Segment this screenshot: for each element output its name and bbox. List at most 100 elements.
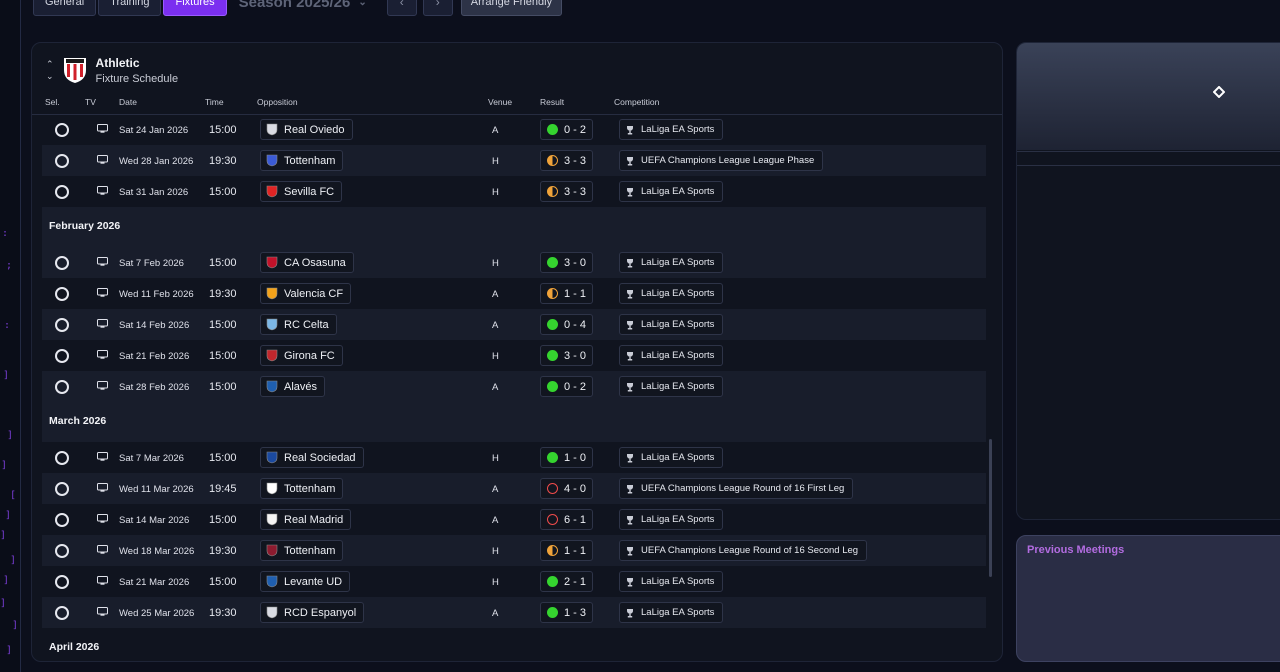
select-radio[interactable] xyxy=(55,380,69,394)
competition-chip[interactable]: LaLiga EA Sports xyxy=(619,447,724,468)
table-row[interactable]: Sat 14 Mar 2026 15:00 Real Madrid A 6 - … xyxy=(42,504,986,535)
competition-chip[interactable]: LaLiga EA Sports xyxy=(619,345,724,366)
opposition-chip[interactable]: Tottenham xyxy=(260,540,344,561)
result-chip[interactable]: 3 - 3 xyxy=(540,181,594,202)
col-opposition[interactable]: Opposition xyxy=(257,97,298,107)
col-time[interactable]: Time xyxy=(205,97,224,107)
fixture-date: Sat 7 Feb 2026 xyxy=(119,258,184,269)
table-row[interactable]: Wed 11 Feb 2026 19:30 Valencia CF A 1 - … xyxy=(42,278,986,309)
collapse-toggle[interactable]: ⌃ ⌄ xyxy=(46,58,54,82)
previous-meetings-title: Previous Meetings xyxy=(1027,544,1125,556)
competition-name: LaLiga EA Sports xyxy=(641,452,715,463)
result-chip[interactable]: 2 - 1 xyxy=(540,571,594,592)
select-radio[interactable] xyxy=(55,256,69,270)
club-badge-icon xyxy=(266,256,278,269)
result-chip[interactable]: 0 - 2 xyxy=(540,376,594,397)
col-competition[interactable]: Competition xyxy=(614,97,659,107)
select-radio[interactable] xyxy=(55,349,69,363)
select-radio[interactable] xyxy=(55,544,69,558)
table-row[interactable]: Wed 25 Mar 2026 19:30 RCD Espanyol A 1 -… xyxy=(42,597,986,628)
col-date[interactable]: Date xyxy=(119,97,137,107)
competition-chip[interactable]: LaLiga EA Sports xyxy=(619,252,724,273)
season-selector[interactable]: Season 2025/26 ⌄ xyxy=(239,0,367,11)
chevron-left-icon: ‹ xyxy=(399,0,404,9)
opposition-chip[interactable]: CA Osasuna xyxy=(260,252,354,273)
competition-chip[interactable]: LaLiga EA Sports xyxy=(619,509,724,530)
result-chip[interactable]: 1 - 1 xyxy=(540,283,594,304)
fixture-time: 19:30 xyxy=(209,607,237,619)
opposition-chip[interactable]: Levante UD xyxy=(260,571,351,592)
col-result[interactable]: Result xyxy=(540,97,564,107)
result-chip[interactable]: 6 - 1 xyxy=(540,509,594,530)
opposition-chip[interactable]: Real Sociedad xyxy=(260,447,364,468)
col-tv[interactable]: TV xyxy=(85,97,96,107)
table-row[interactable]: Sat 14 Feb 2026 15:00 RC Celta A 0 - 4 L… xyxy=(42,309,986,340)
table-row[interactable]: Wed 18 Mar 2026 19:30 Tottenham H 1 - 1 … xyxy=(42,535,986,566)
opposition-chip[interactable]: RC Celta xyxy=(260,314,337,335)
result-win-icon xyxy=(547,319,558,330)
table-row[interactable]: Sat 24 Jan 2026 15:00 Real Oviedo A 0 - … xyxy=(42,114,986,145)
table-row[interactable]: Wed 11 Mar 2026 19:45 Tottenham A 4 - 0 … xyxy=(42,473,986,504)
select-radio[interactable] xyxy=(55,318,69,332)
competition-chip[interactable]: UEFA Champions League League Phase xyxy=(619,150,824,171)
result-chip[interactable]: 4 - 0 xyxy=(540,478,594,499)
competition-chip[interactable]: LaLiga EA Sports xyxy=(619,602,724,623)
opposition-chip[interactable]: Alavés xyxy=(260,376,326,397)
opposition-chip[interactable]: Girona FC xyxy=(260,345,343,366)
table-row[interactable]: Wed 28 Jan 2026 19:30 Tottenham H 3 - 3 … xyxy=(42,145,986,176)
opposition-chip[interactable]: Real Oviedo xyxy=(260,119,353,140)
result-chip[interactable]: 1 - 1 xyxy=(540,540,594,561)
opposition-chip[interactable]: Sevilla FC xyxy=(260,181,343,202)
table-row[interactable]: Sat 21 Mar 2026 15:00 Levante UD H 2 - 1… xyxy=(42,566,986,597)
tab-fixtures[interactable]: Fixtures xyxy=(163,0,227,16)
club-badge-icon xyxy=(266,123,278,136)
tab-training[interactable]: Training xyxy=(98,0,162,16)
competition-chip[interactable]: UEFA Champions League Round of 16 Second… xyxy=(619,540,868,561)
table-row[interactable]: Sat 31 Jan 2026 15:00 Sevilla FC H 3 - 3… xyxy=(42,176,986,207)
result-chip[interactable]: 3 - 3 xyxy=(540,150,594,171)
col-sel[interactable]: Sel. xyxy=(45,97,60,107)
previous-button[interactable]: ‹ xyxy=(386,0,417,16)
select-radio[interactable] xyxy=(55,185,69,199)
fixture-time: 15:00 xyxy=(209,186,237,198)
select-radio[interactable] xyxy=(55,154,69,168)
competition-chip[interactable]: LaLiga EA Sports xyxy=(619,181,724,202)
competition-name: UEFA Champions League Round of 16 First … xyxy=(641,483,845,494)
select-radio[interactable] xyxy=(55,451,69,465)
select-radio[interactable] xyxy=(55,606,69,620)
opposition-chip[interactable]: Tottenham xyxy=(260,150,344,171)
col-venue[interactable]: Venue xyxy=(488,97,512,107)
table-row[interactable]: Sat 28 Feb 2026 15:00 Alavés A 0 - 2 LaL… xyxy=(42,371,986,402)
competition-name: LaLiga EA Sports xyxy=(641,319,715,330)
fixture-date: Wed 28 Jan 2026 xyxy=(119,156,194,167)
table-row[interactable]: Sat 21 Feb 2026 15:00 Girona FC H 3 - 0 … xyxy=(42,340,986,371)
table-row[interactable]: Sat 7 Mar 2026 15:00 Real Sociedad H 1 -… xyxy=(42,442,986,473)
select-radio[interactable] xyxy=(55,575,69,589)
select-radio[interactable] xyxy=(55,123,69,137)
competition-chip[interactable]: LaLiga EA Sports xyxy=(619,571,724,592)
competition-chip[interactable]: LaLiga EA Sports xyxy=(619,376,724,397)
table-row[interactable]: Sat 7 Feb 2026 15:00 CA Osasuna H 3 - 0 … xyxy=(42,247,986,278)
next-button[interactable]: › xyxy=(422,0,453,16)
tab-general[interactable]: General xyxy=(33,0,97,16)
opposition-chip[interactable]: Valencia CF xyxy=(260,283,352,304)
competition-chip[interactable]: LaLiga EA Sports xyxy=(619,119,724,140)
scrollbar[interactable] xyxy=(989,439,992,577)
arrange-friendly-button[interactable]: Arrange Friendly xyxy=(460,0,563,16)
opposition-chip[interactable]: RCD Espanyol xyxy=(260,602,365,623)
competition-chip[interactable]: LaLiga EA Sports xyxy=(619,283,724,304)
opposition-chip[interactable]: Tottenham xyxy=(260,478,344,499)
competition-name: LaLiga EA Sports xyxy=(641,350,715,361)
competition-chip[interactable]: LaLiga EA Sports xyxy=(619,314,724,335)
opposition-chip[interactable]: Real Madrid xyxy=(260,509,352,530)
result-chip[interactable]: 1 - 3 xyxy=(540,602,594,623)
result-chip[interactable]: 0 - 4 xyxy=(540,314,594,335)
result-chip[interactable]: 1 - 0 xyxy=(540,447,594,468)
result-chip[interactable]: 3 - 0 xyxy=(540,252,594,273)
select-radio[interactable] xyxy=(55,287,69,301)
select-radio[interactable] xyxy=(55,513,69,527)
competition-chip[interactable]: UEFA Champions League Round of 16 First … xyxy=(619,478,854,499)
select-radio[interactable] xyxy=(55,482,69,496)
result-chip[interactable]: 0 - 2 xyxy=(540,119,594,140)
result-chip[interactable]: 3 - 0 xyxy=(540,345,594,366)
